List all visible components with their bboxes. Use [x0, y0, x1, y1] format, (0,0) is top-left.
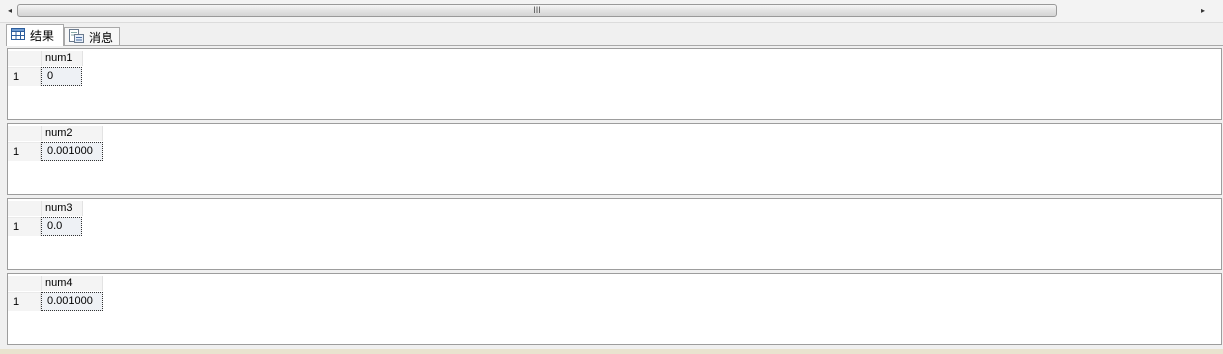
scroll-left-arrow-icon[interactable]: ◂ [2, 4, 18, 18]
tab-results-label: 结果 [30, 29, 55, 43]
row-number[interactable]: 1 [8, 142, 41, 161]
tab-messages[interactable]: 消息 [64, 27, 120, 46]
result-grid-3[interactable]: num3 1 0.0 [7, 198, 1222, 270]
row-number[interactable]: 1 [8, 67, 41, 86]
results-tab-strip: 结果 消息 [0, 24, 1223, 46]
result-cell[interactable]: 0.001000 [41, 292, 103, 311]
result-grid-4[interactable]: num4 1 0.001000 [7, 273, 1222, 345]
scroll-right-arrow-icon[interactable]: ▸ [1195, 4, 1211, 18]
tab-results[interactable]: 结果 [6, 24, 64, 46]
result-cell[interactable]: 0.0 [41, 217, 82, 236]
column-header[interactable]: num4 [42, 276, 103, 291]
grid-corner[interactable] [8, 276, 42, 291]
row-number[interactable]: 1 [8, 217, 41, 236]
status-strip [0, 349, 1223, 354]
grid-corner[interactable] [8, 201, 42, 216]
column-header[interactable]: num2 [42, 126, 103, 141]
grid-icon [11, 28, 25, 43]
result-cell[interactable]: 0 [41, 67, 82, 86]
tab-divider [6, 45, 1223, 46]
result-grid-1[interactable]: num1 1 0 [7, 48, 1222, 120]
scrollbar-thumb[interactable]: III [17, 4, 1057, 17]
grid-corner[interactable] [8, 51, 42, 66]
result-grid-2[interactable]: num2 1 0.001000 [7, 123, 1222, 195]
result-cell[interactable]: 0.001000 [41, 142, 103, 161]
messages-icon [69, 28, 84, 46]
row-number[interactable]: 1 [8, 292, 41, 311]
column-header[interactable]: num3 [42, 201, 83, 216]
scrollbar-grip: III [533, 5, 541, 15]
grid-corner[interactable] [8, 126, 42, 141]
column-header[interactable]: num1 [42, 51, 83, 66]
tab-messages-label: 消息 [89, 30, 114, 45]
horizontal-scrollbar[interactable]: ◂ III ▸ [0, 0, 1223, 23]
